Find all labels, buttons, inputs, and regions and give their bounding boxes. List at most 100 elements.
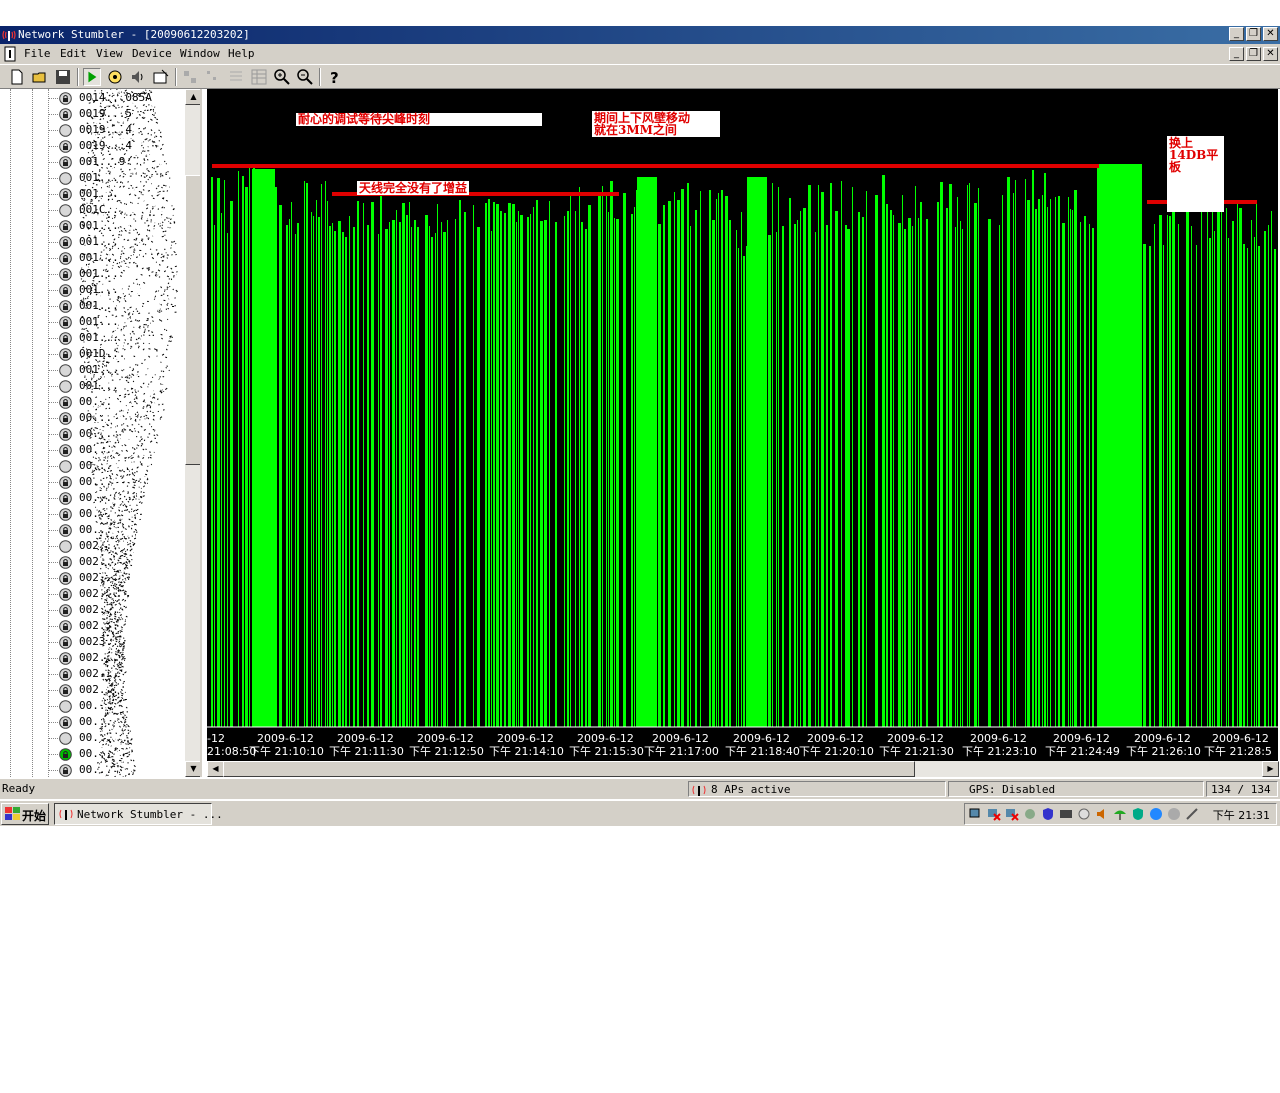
- shield-tray-icon[interactable]: [1041, 807, 1055, 821]
- ap-tree-pane[interactable]: 0014...085A0019...50019...40019...4001..…: [0, 89, 202, 777]
- ap-icon: [59, 364, 72, 377]
- graph-horizontal-scrollbar[interactable]: ◀ ▶: [207, 761, 1279, 777]
- lock-ap-icon: [59, 588, 72, 601]
- lock-ap-icon: [59, 684, 72, 697]
- update-tray-icon[interactable]: [1167, 807, 1181, 821]
- axis-time-label: 下午 21:12:50: [409, 745, 484, 758]
- play-icon[interactable]: [83, 68, 101, 86]
- toolbar: ?: [0, 64, 1280, 89]
- system-tray: 下午 21:31: [964, 803, 1277, 825]
- wireless-tray-icon[interactable]: [1023, 807, 1037, 821]
- ap-icon: [59, 172, 72, 185]
- network-disconnected-tray-icon-2[interactable]: [1005, 807, 1019, 821]
- usb-tray-icon[interactable]: [1185, 807, 1199, 821]
- scroll-right-button[interactable]: ▶: [1262, 761, 1279, 777]
- lock-ap-icon: [59, 556, 72, 569]
- menu-file[interactable]: File: [24, 47, 51, 61]
- axis-date-label: 2009-6-12: [652, 732, 709, 745]
- lock-ap-icon: [59, 604, 72, 617]
- zoom-out-icon[interactable]: [296, 68, 314, 86]
- scroll-left-button[interactable]: ◀: [207, 761, 224, 777]
- help-icon[interactable]: ?: [325, 68, 343, 86]
- minimize-button[interactable]: _: [1229, 27, 1244, 41]
- axis-time-label: 下午 21:11:30: [329, 745, 404, 758]
- antenna-icon: [692, 785, 706, 796]
- lock-ap-icon: [59, 620, 72, 633]
- axis-date-label: 2009-6-12: [807, 732, 864, 745]
- scroll-up-button[interactable]: ▲: [185, 89, 200, 105]
- axis-time-label: 下午 21:21:30: [879, 745, 954, 758]
- annotation-14db-panel: 换上 14DB平 板: [1167, 136, 1224, 212]
- menu-device[interactable]: Device: [132, 47, 172, 61]
- netstumbler-task-icon: [59, 809, 73, 820]
- keyboard-tray-icon[interactable]: [1059, 807, 1073, 821]
- window-title: Network Stumbler - [20090612203202]: [18, 28, 250, 41]
- small-icons-icon[interactable]: [204, 68, 222, 86]
- network-disconnected-tray-icon[interactable]: [987, 807, 1001, 821]
- child-close-button[interactable]: ✕: [1263, 47, 1278, 61]
- lock-ap-icon: [59, 748, 72, 761]
- save-icon[interactable]: [54, 68, 72, 86]
- menu-help[interactable]: Help: [228, 47, 255, 61]
- axis-date-label: 2009-6-12: [577, 732, 634, 745]
- child-restore-button[interactable]: ❐: [1246, 47, 1261, 61]
- title-bar[interactable]: Network Stumbler - [20090612203202] _ ❐ …: [0, 26, 1280, 44]
- axis-time-label: 下午 21:24:49: [1045, 745, 1120, 758]
- netstumbler-app-icon: [2, 30, 16, 41]
- lock-ap-icon: [59, 716, 72, 729]
- signal-graph[interactable]: 耐心的调试等待尖峰时刻 期间上下风壁移动 就在3MM之间 天线完全没有了增益 换…: [207, 89, 1278, 761]
- menu-view[interactable]: View: [96, 47, 123, 61]
- lock-ap-icon: [59, 476, 72, 489]
- network-tray-icon[interactable]: [969, 807, 983, 821]
- volume-tray-icon[interactable]: [1095, 807, 1109, 821]
- lock-ap-icon: [59, 284, 72, 297]
- lock-ap-icon: [59, 300, 72, 313]
- tree-scrollbar[interactable]: ▲ ▼: [185, 89, 200, 777]
- large-icons-icon[interactable]: [181, 68, 199, 86]
- close-button[interactable]: ✕: [1263, 27, 1278, 41]
- child-minimize-button[interactable]: _: [1229, 47, 1244, 61]
- lock-ap-icon: [59, 348, 72, 361]
- status-aps: 8 APs active: [711, 783, 791, 796]
- document-icon[interactable]: [3, 46, 17, 62]
- graph-scroll-thumb[interactable]: [223, 761, 915, 777]
- ap-icon: [59, 540, 72, 553]
- lock-ap-icon: [59, 668, 72, 681]
- browser-tray-icon[interactable]: [1149, 807, 1163, 821]
- ap-icon: [59, 732, 72, 745]
- status-gps: GPS: Disabled: [948, 781, 1204, 797]
- ap-icon: [59, 460, 72, 473]
- restore-button[interactable]: ❐: [1246, 27, 1261, 41]
- lock-ap-icon: [59, 428, 72, 441]
- lock-ap-icon: [59, 108, 72, 121]
- ap-icon: [59, 700, 72, 713]
- windows-logo-icon: [5, 807, 20, 820]
- axis-date-label: 2009-6-12: [1134, 732, 1191, 745]
- status-ready: Ready: [2, 782, 36, 795]
- axis-time-label: 下午 21:18:40: [725, 745, 800, 758]
- zoom-in-icon[interactable]: [273, 68, 291, 86]
- status-aps-panel: 8 APs active: [688, 781, 946, 797]
- scan-options-icon[interactable]: [106, 68, 124, 86]
- svg-text:?: ?: [330, 69, 339, 86]
- speaker-icon[interactable]: [129, 68, 147, 86]
- taskbar-clock: 下午 21:31: [1212, 809, 1270, 822]
- taskbar-netstumbler-button[interactable]: Network Stumbler - ...: [54, 803, 223, 825]
- menu-window[interactable]: Window: [180, 47, 220, 61]
- axis-date-label: 2009-6-12: [497, 732, 554, 745]
- list-icon[interactable]: [227, 68, 245, 86]
- open-icon[interactable]: [31, 68, 49, 86]
- menu-edit[interactable]: Edit: [60, 47, 87, 61]
- lock-ap-icon: [59, 268, 72, 281]
- umbrella-tray-icon[interactable]: [1113, 807, 1127, 821]
- axis-time-label: 下午 21:23:10: [962, 745, 1037, 758]
- new-icon[interactable]: [8, 68, 26, 86]
- properties-icon[interactable]: [152, 68, 170, 86]
- tree-scroll-thumb[interactable]: [185, 175, 200, 465]
- details-icon[interactable]: [250, 68, 268, 86]
- scroll-down-button[interactable]: ▼: [185, 761, 200, 777]
- axis-time-label: 下午 21:14:10: [489, 745, 564, 758]
- start-button[interactable]: 开始: [1, 803, 49, 825]
- antivirus-tray-icon[interactable]: [1131, 807, 1145, 821]
- clock-tray-icon[interactable]: [1077, 807, 1091, 821]
